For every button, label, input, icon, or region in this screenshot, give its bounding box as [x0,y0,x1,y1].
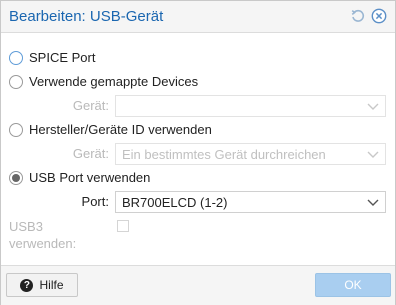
spice-port-label: SPICE Port [29,50,96,65]
usb3-label-line1: USB3 [9,219,43,234]
usb3-checkbox[interactable] [117,220,129,232]
help-button-label: Hilfe [39,278,64,292]
usb-port-label: USB Port verwenden [29,170,151,185]
help-button[interactable]: ? Hilfe [6,273,78,297]
usb-port-option[interactable]: USB Port verwenden [9,170,150,185]
chevron-down-icon [361,96,385,116]
vendor-id-option[interactable]: Hersteller/Geräte ID verwenden [9,122,212,137]
dialog-footer: ? Hilfe OK [1,265,395,305]
port-value: BR700ELCD (1-2) [122,195,228,210]
close-circle-icon[interactable] [371,8,387,24]
mapped-devices-label: Verwende gemappte Devices [29,74,199,89]
usb-port-radio[interactable] [9,170,23,185]
chevron-down-icon [361,192,385,212]
usb-device-dialog: Bearbeiten: USB-Gerät SPICE Port Verwend… [0,0,396,305]
port-select[interactable]: BR700ELCD (1-2) [115,191,386,213]
reset-icon[interactable] [350,8,366,24]
vendor-device-placeholder: Ein bestimmtes Gerät durchreichen [122,147,326,162]
spice-port-radio[interactable] [9,50,23,65]
mapped-devices-option[interactable]: Verwende gemappte Devices [9,74,198,89]
ok-button-label: OK [344,278,362,292]
mapped-device-select[interactable] [115,95,386,117]
spice-port-option[interactable]: SPICE Port [9,50,95,65]
mapped-devices-radio[interactable] [9,74,23,89]
vendor-device-label: Gerät: [72,146,109,161]
vendor-id-label: Hersteller/Geräte ID verwenden [29,122,212,137]
port-field-label: Port: [81,194,109,209]
chevron-down-icon [361,144,385,164]
mapped-device-label: Gerät: [72,98,109,113]
ok-button[interactable]: OK [315,273,391,297]
dialog-title: Bearbeiten: USB-Gerät [9,8,164,25]
usb3-label: USB3 verwenden: [9,218,76,252]
usb3-label-line2: verwenden: [9,236,77,251]
vendor-device-select[interactable]: Ein bestimmtes Gerät durchreichen [115,143,386,165]
vendor-id-radio[interactable] [9,122,23,137]
question-circle-icon: ? [20,278,34,292]
dialog-header: Bearbeiten: USB-Gerät [1,1,395,33]
